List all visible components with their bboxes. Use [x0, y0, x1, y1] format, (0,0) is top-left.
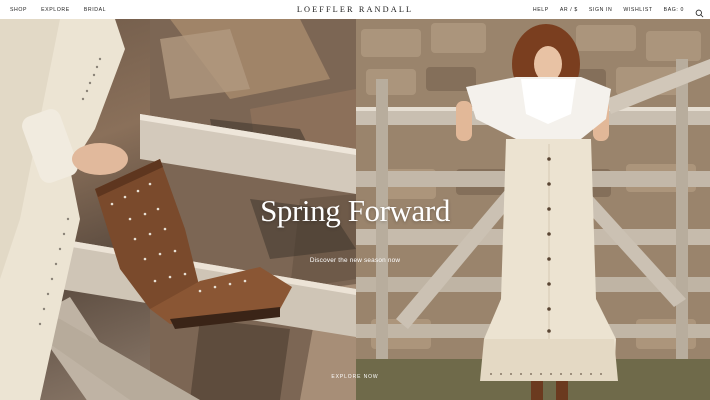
nav-explore[interactable]: EXPLORE	[41, 7, 70, 13]
search-icon[interactable]	[695, 5, 704, 18]
nav-wishlist[interactable]: WISHLIST	[623, 7, 652, 13]
top-navigation: SHOP EXPLORE BRIDAL LOEFFLER RANDALL HEL…	[0, 0, 710, 19]
nav-shop[interactable]: SHOP	[10, 7, 27, 13]
nav-sign-in[interactable]: SIGN IN	[589, 7, 613, 13]
nav-help[interactable]: HELP	[533, 7, 549, 13]
nav-bridal[interactable]: BRIDAL	[84, 7, 106, 13]
primary-nav: SHOP EXPLORE BRIDAL	[10, 0, 106, 19]
explore-now-link[interactable]: EXPLORE NOW	[0, 374, 710, 380]
nav-currency[interactable]: AR / $	[560, 7, 578, 13]
hero-title: Spring Forward	[260, 193, 450, 228]
hero-subtitle: Discover the new season now	[309, 257, 401, 264]
hero-banner[interactable]: Spring Forward Discover the new season n…	[0, 19, 710, 400]
utility-nav: HELP AR / $ SIGN IN WISHLIST BAG: 0	[533, 0, 704, 19]
nav-bag[interactable]: BAG: 0	[664, 7, 684, 13]
